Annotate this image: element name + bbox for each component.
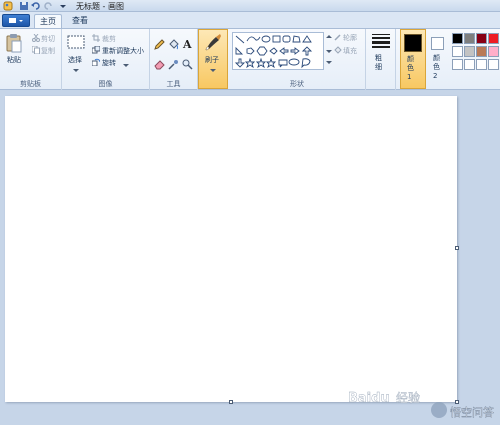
- shapes-group: 轮廓 填充 形状: [229, 29, 366, 90]
- tools-group: A 工具: [150, 29, 198, 90]
- rotate-button[interactable]: 旋转: [102, 58, 116, 68]
- tools-group-label: 工具: [166, 80, 181, 88]
- eraser-icon[interactable]: [154, 59, 165, 72]
- resize-button[interactable]: 重新调整大小: [102, 46, 144, 56]
- color-1-swatch: [404, 34, 422, 52]
- select-button[interactable]: 选择: [68, 55, 82, 65]
- line-size-icon: [372, 34, 390, 50]
- paste-button[interactable]: 粘贴: [7, 55, 21, 65]
- drawing-workspace: Baidu 经验 悟空问答: [0, 90, 500, 425]
- clipboard-group: 粘贴 剪切 复制 剪贴板: [0, 29, 62, 90]
- ribbon: 粘贴 剪切 复制 剪贴板 选择 裁剪 重新调整大小 旋转 图像 A 工具 刷子 …: [0, 28, 500, 90]
- tab-view[interactable]: 查看: [66, 14, 94, 28]
- paint-app-icon[interactable]: [3, 1, 13, 11]
- image-group: 选择 裁剪 重新调整大小 旋转 图像: [62, 29, 150, 90]
- clipboard-group-label: 剪贴板: [20, 80, 41, 88]
- save-icon[interactable]: [19, 1, 29, 11]
- svg-text:Baidu: Baidu: [348, 391, 390, 406]
- palette-color-dark-red[interactable]: [476, 33, 487, 44]
- canvas-resize-handle-right[interactable]: [455, 246, 459, 250]
- pencil-icon[interactable]: [154, 39, 165, 52]
- palette-custom-3[interactable]: [476, 59, 487, 70]
- shapes-group-label: 形状: [290, 80, 304, 88]
- title-bar: 无标题 - 画图: [0, 0, 500, 12]
- brushes-dropdown-icon: [210, 66, 216, 75]
- select-dropdown-icon[interactable]: [73, 66, 79, 75]
- crop-button[interactable]: 裁剪: [102, 34, 116, 44]
- color-picker-icon[interactable]: [168, 59, 179, 72]
- rotate-icon[interactable]: [91, 58, 101, 68]
- rotate-dropdown-icon[interactable]: [123, 61, 129, 70]
- text-tool-icon[interactable]: A: [182, 38, 193, 52]
- color-1-button[interactable]: 颜色 1: [400, 29, 426, 89]
- color-2-label: 颜色 2: [433, 54, 440, 80]
- palette-color-light-gray[interactable]: [464, 46, 475, 57]
- palette-custom-2[interactable]: [464, 59, 475, 70]
- paste-icon[interactable]: [6, 33, 22, 55]
- redo-icon[interactable]: [43, 1, 53, 11]
- fill-icon[interactable]: [334, 46, 342, 56]
- fill-bucket-icon[interactable]: [168, 39, 179, 52]
- palette-custom-1[interactable]: [452, 59, 463, 70]
- svg-text:悟空问答: 悟空问答: [450, 405, 494, 419]
- palette-color-black[interactable]: [452, 33, 463, 44]
- palette-custom-4[interactable]: [488, 59, 499, 70]
- baidu-watermark-logo: Baidu 经验 悟空问答: [348, 390, 494, 419]
- scissors-icon[interactable]: [32, 33, 40, 44]
- magnifier-icon[interactable]: [182, 59, 193, 72]
- paint-menu-button[interactable]: [2, 14, 30, 27]
- resize-icon[interactable]: [91, 45, 101, 56]
- brush-icon: [204, 33, 222, 53]
- outline-button[interactable]: 轮廓: [343, 33, 357, 43]
- color-palette: [450, 29, 500, 90]
- color-1-label: 颜色 1: [407, 55, 414, 81]
- drawing-canvas[interactable]: [5, 96, 457, 402]
- copy-button[interactable]: 复制: [41, 46, 55, 56]
- tab-home[interactable]: 主页: [34, 14, 62, 28]
- palette-color-rose[interactable]: [488, 46, 499, 57]
- ribbon-tab-row: 主页 查看: [0, 12, 500, 28]
- size-label: 粗细: [375, 54, 382, 71]
- size-button[interactable]: 粗细: [366, 29, 396, 90]
- shapes-gallery[interactable]: [232, 32, 324, 70]
- crop-icon[interactable]: [92, 34, 100, 44]
- brushes-label: 刷子: [205, 56, 219, 64]
- outline-icon[interactable]: [334, 33, 342, 43]
- copy-icon[interactable]: [31, 45, 40, 56]
- select-icon[interactable]: [67, 35, 85, 51]
- undo-icon[interactable]: [31, 1, 41, 11]
- palette-color-red[interactable]: [488, 33, 499, 44]
- fill-button[interactable]: 填充: [343, 46, 357, 56]
- image-group-label: 图像: [98, 80, 113, 88]
- customize-quick-access-icon[interactable]: [58, 1, 68, 11]
- palette-color-white[interactable]: [452, 46, 463, 57]
- shapes-scroll-icon[interactable]: [326, 35, 332, 67]
- brushes-button[interactable]: 刷子: [198, 29, 228, 89]
- palette-color-brown[interactable]: [476, 46, 487, 57]
- canvas-resize-handle-bottom[interactable]: [229, 400, 233, 404]
- color-2-swatch: [431, 37, 444, 50]
- svg-text:A: A: [182, 38, 192, 50]
- svg-text:经验: 经验: [396, 390, 420, 405]
- cut-button[interactable]: 剪切: [41, 34, 55, 44]
- window-title: 无标题 - 画图: [76, 2, 124, 11]
- color-2-button[interactable]: 颜色 2: [428, 29, 450, 90]
- baidu-watermark: Baidu 经验 悟空问答: [344, 387, 494, 421]
- palette-color-gray[interactable]: [464, 33, 475, 44]
